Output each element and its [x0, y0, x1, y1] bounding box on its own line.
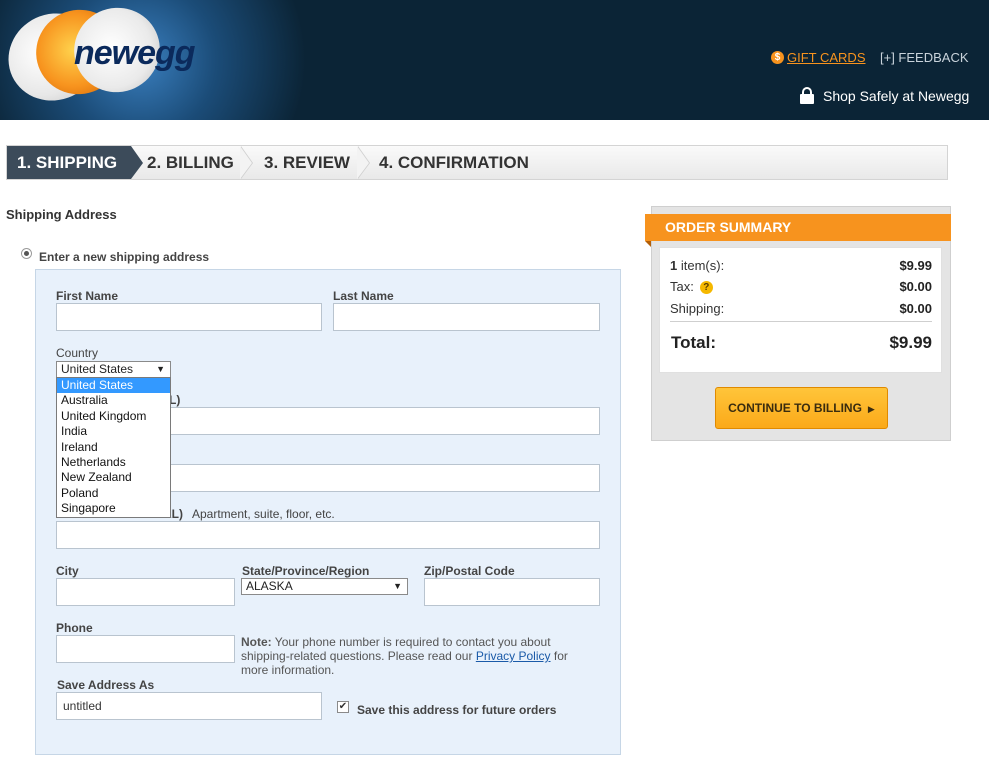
- phone-note: Note: Your phone number is required to c…: [241, 635, 586, 677]
- country-option[interactable]: Netherlands: [57, 455, 170, 470]
- site-header: newegg $ GIFT CARDS [+] FEEDBACK Shop Sa…: [0, 0, 989, 120]
- privacy-policy-link[interactable]: Privacy Policy: [476, 649, 551, 663]
- save-address-checkbox[interactable]: ✔: [337, 701, 349, 713]
- save-address-label[interactable]: Save this address for future orders: [357, 703, 556, 717]
- phone-label: Phone: [56, 621, 93, 635]
- country-option[interactable]: Singapore: [57, 501, 170, 516]
- items-qty: 1: [670, 258, 678, 273]
- tax-label: Tax:: [670, 279, 694, 294]
- checkout-steps: 1. SHIPPING 2. BILLING 3. REVIEW 4. CONF…: [6, 145, 948, 180]
- continue-label: CONTINUE TO BILLING: [728, 401, 862, 415]
- country-option[interactable]: India: [57, 424, 170, 439]
- gift-cards-link[interactable]: $ GIFT CARDS: [771, 50, 866, 65]
- step-billing: 2. BILLING: [147, 153, 234, 172]
- summary-total-row: Total: $9.99: [671, 333, 932, 353]
- continue-to-billing-button[interactable]: CONTINUE TO BILLING ▶: [715, 387, 888, 429]
- summary-tax-row: Tax:? $0.00: [670, 279, 932, 294]
- lock-icon: [800, 87, 814, 104]
- state-label: State/Province/Region: [242, 564, 370, 578]
- step-shipping: 1. SHIPPING: [7, 146, 143, 179]
- shipping-label: Shipping:: [670, 301, 725, 316]
- country-option[interactable]: Australia: [57, 393, 170, 408]
- logo-wordmark: newegg: [74, 34, 196, 72]
- total-label: Total:: [671, 333, 717, 352]
- address3-hint: Apartment, suite, floor, etc.: [192, 507, 335, 521]
- step-separator: [240, 146, 253, 179]
- dropdown-arrow-icon: ▼: [393, 581, 402, 591]
- state-selected-value: ALASKA: [246, 579, 293, 593]
- country-option[interactable]: New Zealand: [57, 470, 170, 485]
- new-address-radio[interactable]: [21, 248, 32, 259]
- zip-label: Zip/Postal Code: [424, 564, 515, 578]
- shipping-address-title: Shipping Address: [6, 207, 117, 222]
- first-name-label: First Name: [56, 289, 119, 303]
- new-address-label[interactable]: Enter a new shipping address: [39, 250, 209, 264]
- country-dropdown-list[interactable]: United States Australia United Kingdom I…: [56, 377, 171, 518]
- city-label: City: [56, 564, 79, 578]
- country-option[interactable]: United States: [57, 378, 170, 394]
- shop-safely-link[interactable]: Shop Safely at Newegg: [800, 87, 969, 104]
- phone-field[interactable]: [56, 635, 235, 663]
- chevron-right-icon: ▶: [867, 404, 875, 414]
- summary-items-row: 1 item(s): $9.99: [670, 258, 932, 273]
- dollar-coin-icon: $: [771, 51, 784, 64]
- country-label: Country: [56, 346, 99, 360]
- step-separator: [357, 146, 370, 179]
- help-question-icon[interactable]: ?: [699, 281, 713, 294]
- order-summary-title: ORDER SUMMARY: [645, 214, 951, 247]
- country-select[interactable]: United States ▼: [56, 361, 171, 378]
- country-option[interactable]: United Kingdom: [57, 409, 170, 424]
- save-as-label: Save Address As: [57, 678, 155, 692]
- feedback-link[interactable]: [+] FEEDBACK: [880, 50, 969, 65]
- note-bold: Note:: [241, 635, 272, 649]
- step-review: 3. REVIEW: [264, 153, 350, 172]
- total-value: $9.99: [889, 333, 932, 352]
- last-name-field[interactable]: [333, 303, 600, 331]
- dropdown-arrow-icon: ▼: [156, 364, 165, 374]
- summary-divider: [670, 321, 932, 322]
- country-option[interactable]: Poland: [57, 486, 170, 501]
- state-select[interactable]: ALASKA ▼: [241, 578, 408, 595]
- shipping-value: $0.00: [899, 301, 932, 316]
- tax-value: $0.00: [899, 279, 932, 294]
- shop-safely-label: Shop Safely at Newegg: [823, 87, 970, 104]
- gift-cards-label: GIFT CARDS: [787, 50, 866, 65]
- city-field[interactable]: [56, 578, 235, 606]
- country-selected-value: United States: [61, 362, 134, 376]
- address-line-3-field[interactable]: [56, 521, 600, 549]
- first-name-field[interactable]: [56, 303, 322, 331]
- save-as-field[interactable]: [56, 692, 322, 720]
- items-value: $9.99: [899, 258, 932, 273]
- newegg-logo[interactable]: newegg: [0, 0, 208, 116]
- last-name-label: Last Name: [333, 289, 394, 303]
- items-label: item(s):: [680, 258, 725, 273]
- step-confirmation: 4. CONFIRMATION: [379, 153, 529, 172]
- zip-field[interactable]: [424, 578, 600, 606]
- summary-shipping-row: Shipping: $0.00: [670, 301, 932, 316]
- country-option[interactable]: Ireland: [57, 440, 170, 455]
